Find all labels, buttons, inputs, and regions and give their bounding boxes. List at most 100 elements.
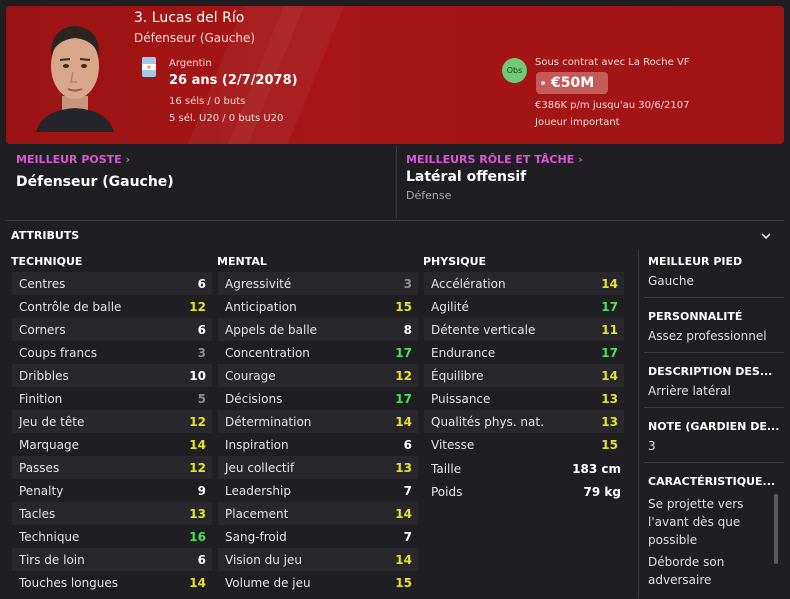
attribute-row[interactable]: Endurance 17 [424,341,624,364]
weight-label: Poids [431,485,463,499]
attribute-row[interactable]: Agilité 17 [424,295,624,318]
attribute-label: Vitesse [431,437,475,452]
weight-value: 79 kg [583,485,621,499]
attribute-row[interactable]: Passes 12 [12,456,212,479]
rating-header[interactable]: NOTE (GARDIEN DE... [648,420,779,433]
attribute-row[interactable]: Accélération 14 [424,272,624,295]
best-position-link[interactable]: MEILLEUR POSTE › [16,153,130,166]
weight-row: Poids 79 kg [425,485,621,499]
attribute-label: Penalty [19,483,64,498]
attribute-row[interactable]: Jeu de tête 12 [12,410,212,433]
divider [396,146,397,218]
attribute-label: Vision du jeu [225,552,302,567]
attribute-row[interactable]: Courage 12 [218,364,418,387]
divider [644,352,784,353]
attribute-row[interactable]: Marquage 14 [12,433,212,456]
attribute-row[interactable]: Finition 5 [12,387,212,410]
attribute-label: Détente verticale [431,322,536,337]
attribute-row[interactable]: Tacles 13 [12,502,212,525]
best-foot-header: MEILLEUR PIED [648,255,743,268]
height-value: 183 cm [572,462,621,476]
attribute-row[interactable]: Leadership 7 [218,479,418,502]
scout-badge[interactable]: Obs [502,58,527,83]
attribute-row[interactable]: Détente verticale 11 [424,318,624,341]
attribute-label: Technique [19,529,80,544]
attribute-row[interactable]: Équilibre 14 [424,364,624,387]
personality-header: PERSONNALITÉ [648,310,743,323]
attribute-value: 3 [197,345,206,360]
attribute-label: Placement [225,506,289,521]
attribute-row[interactable]: Vision du jeu 14 [218,548,418,571]
attribute-row[interactable]: Concentration 17 [218,341,418,364]
attribute-label: Finition [19,391,63,406]
attribute-value: 16 [189,529,206,544]
attribute-label: Dribbles [19,368,69,383]
attribute-value: 17 [601,299,618,314]
attribute-value: 13 [601,391,618,406]
description-header[interactable]: DESCRIPTION DES... [648,365,772,378]
squad-status: Joueur important [535,117,620,128]
height-label: Taille [431,462,462,476]
attribute-label: Coups francs [19,345,97,360]
best-foot-value: Gauche [648,274,694,288]
technique-list: Centres 6 Contrôle de balle 12 Corners 6 Coups… [12,272,212,594]
attribute-row[interactable]: Tirs de loin 6 [12,548,212,571]
attribute-row[interactable]: Sang-froid 7 [218,525,418,548]
attribute-row[interactable]: Penalty 9 [12,479,212,502]
attribute-row[interactable]: Corners 6 [12,318,212,341]
attribute-label: Anticipation [225,299,297,314]
attribute-row[interactable]: Appels de balle 8 [218,318,418,341]
attribute-label: Volume de jeu [225,575,311,590]
attribute-value: 15 [601,437,618,452]
attribute-row[interactable]: Décisions 17 [218,387,418,410]
value-tag[interactable]: €50M [536,72,608,94]
attribute-value: 10 [189,368,206,383]
attribute-row[interactable]: Vitesse 15 [424,433,624,456]
attribute-row[interactable]: Coups francs 3 [12,341,212,364]
attribute-row[interactable]: Volume de jeu 15 [218,571,418,594]
attribute-label: Tacles [19,506,56,521]
attribute-value: 11 [601,322,618,337]
attributes-title: ATTRIBUTS [11,229,80,242]
attribute-label: Courage [225,368,276,383]
attribute-value: 6 [197,552,206,567]
attribute-label: Inspiration [225,437,289,452]
best-position-label: MEILLEUR POSTE [16,153,122,166]
divider [644,407,784,408]
trait-1-line-1: Se projette vers [648,497,744,511]
attribute-label: Détermination [225,414,312,429]
attribute-row[interactable]: Puissance 13 [424,387,624,410]
chevron-down-icon[interactable] [760,230,772,242]
traits-scrollbar[interactable] [774,494,778,564]
best-role-link[interactable]: MEILLEURS RÔLE ET TÂCHE › [406,153,583,166]
attribute-row[interactable]: Anticipation 15 [218,295,418,318]
trait-1-line-2: l'avant dès que [648,515,741,529]
player-caps-u20: 5 sél. U20 / 0 buts U20 [169,113,284,124]
attribute-label: Qualités phys. nat. [431,414,544,429]
attribute-value: 14 [601,368,618,383]
attribute-row[interactable]: Placement 14 [218,502,418,525]
traits-header[interactable]: CARACTÉRISTIQUE... [648,475,775,488]
trait-2-line-2: adversaire [648,573,712,587]
attribute-row[interactable]: Technique 16 [12,525,212,548]
attribute-row[interactable]: Centres 6 [12,272,212,295]
attribute-row[interactable]: Touches longues 14 [12,571,212,594]
attribute-value: 12 [189,414,206,429]
attribute-label: Endurance [431,345,496,360]
attribute-label: Corners [19,322,66,337]
physique-header: PHYSIQUE [423,255,487,268]
trait-2-line-1: Déborde son [648,555,725,569]
attribute-row[interactable]: Dribbles 10 [12,364,212,387]
attribute-label: Passes [19,460,60,475]
personality-value: Assez professionnel [648,329,767,343]
attribute-row[interactable]: Détermination 14 [218,410,418,433]
attribute-row[interactable]: Inspiration 6 [218,433,418,456]
chevron-right-icon: › [125,153,131,166]
attribute-label: Jeu de tête [19,414,85,429]
attribute-row[interactable]: Qualités phys. nat. 13 [424,410,624,433]
attribute-row[interactable]: Agressivité 3 [218,272,418,295]
attribute-value: 17 [395,391,412,406]
attribute-row[interactable]: Contrôle de balle 12 [12,295,212,318]
attribute-label: Décisions [225,391,283,406]
attribute-row[interactable]: Jeu collectif 13 [218,456,418,479]
